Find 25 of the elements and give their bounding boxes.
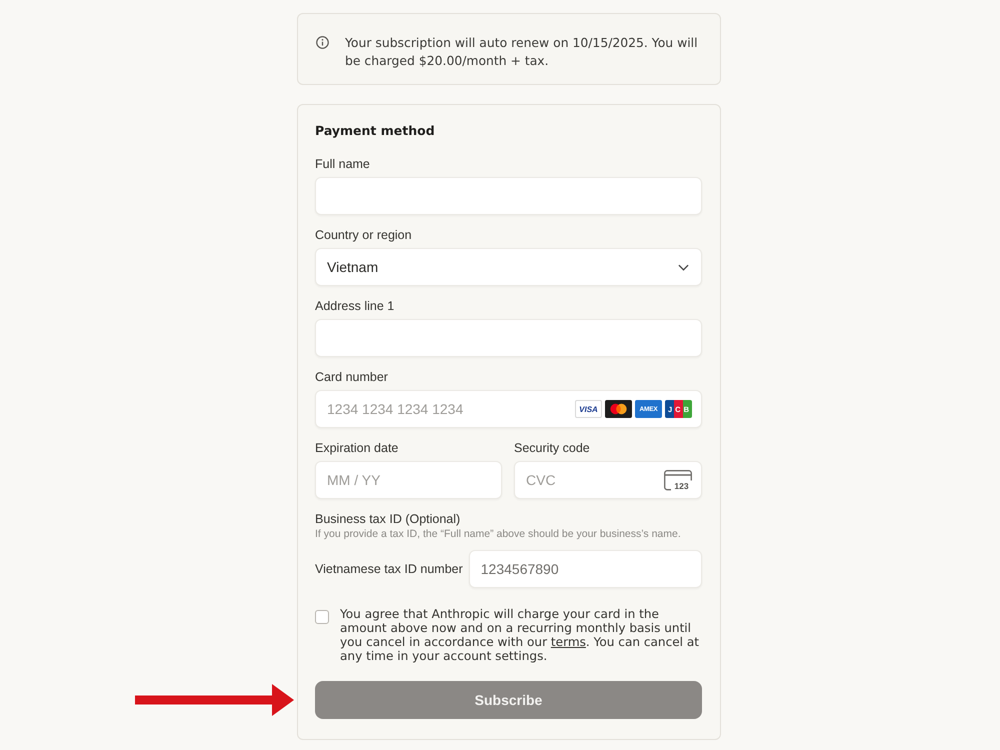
info-icon — [316, 36, 329, 49]
field-label: Country or region — [315, 227, 412, 244]
expiration-date-field[interactable]: MM / YY — [315, 461, 502, 499]
field-label: Card number — [315, 369, 388, 386]
section-title: Payment method — [315, 122, 435, 140]
chevron-down-icon — [678, 264, 689, 270]
field-label: Vietnamese tax ID number — [315, 560, 463, 578]
field-label: Address line 1 — [315, 298, 394, 315]
country-select[interactable]: Vietnam — [315, 248, 702, 286]
field-label: Business tax ID (Optional) — [315, 511, 460, 528]
notice-text: Your subscription will auto renew on 10/15/2025. You will be charged $20.00/month + tax. — [345, 34, 699, 70]
field-label: Expiration date — [315, 440, 398, 457]
terms-link[interactable]: terms — [550, 635, 586, 649]
agreement-checkbox[interactable] — [315, 610, 329, 624]
arrow-right-icon — [135, 684, 294, 716]
text-input-field[interactable] — [315, 319, 702, 357]
hint-text: If you provide a tax ID, the “Full name” above should be your business’s name. — [315, 528, 681, 541]
field-label: Full name — [315, 156, 370, 173]
field-label: Security code — [514, 440, 590, 457]
card-cvc-icon: 123 — [664, 470, 692, 491]
tax-id-field[interactable]: 1234567890 — [468, 550, 702, 588]
visa-logo: VISA — [575, 400, 602, 418]
agreement-text: You agree that Anthropic will charge your card in the amount above now and on a recurring monthly basis until you cancel in accordance with our terms. You can cancel at any time in your account settings. — [340, 607, 700, 663]
text-input-field[interactable] — [315, 177, 702, 215]
two-circles-logo-icon — [605, 400, 632, 418]
